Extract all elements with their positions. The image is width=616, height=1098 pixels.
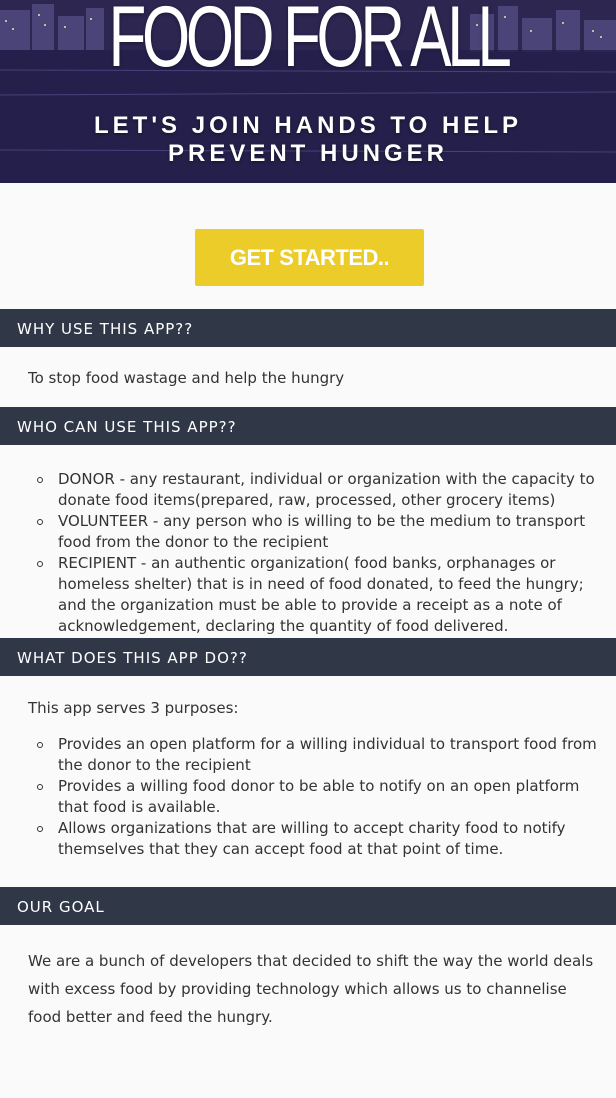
goal-section-header: OUR GOAL (0, 887, 616, 925)
list-item: DONOR - any restaurant, individual or or… (37, 469, 604, 511)
goal-section-text: We are a bunch of developers that decide… (28, 952, 594, 1026)
who-section-header: WHO CAN USE THIS APP?? (0, 407, 616, 445)
get-started-button[interactable]: GET STARTED.. (195, 229, 424, 286)
list-item: VOLUNTEER - any person who is willing to… (37, 511, 604, 553)
purposes-list: Provides an open platform for a willing … (28, 734, 604, 860)
cta-area: GET STARTED.. (0, 183, 616, 309)
hero-banner: FOOD FOR ALL LET'S JOIN HANDS TO HELP PR… (0, 0, 616, 183)
why-section-header: WHY USE THIS APP?? (0, 309, 616, 347)
what-section-body: This app serves 3 purposes: Provides an … (0, 676, 616, 887)
list-item: RECIPIENT - an authentic organization( f… (37, 553, 604, 637)
hero-title: FOOD FOR ALL (108, 0, 512, 85)
why-section-text: To stop food wastage and help the hungry (28, 369, 345, 387)
list-item: Provides an open platform for a willing … (37, 734, 604, 776)
what-intro-text: This app serves 3 purposes: (28, 699, 239, 717)
who-section-body: DONOR - any restaurant, individual or or… (0, 445, 616, 638)
list-item: Allows organizations that are willing to… (37, 818, 604, 860)
list-item: Provides a willing food donor to be able… (37, 776, 604, 818)
user-types-list: DONOR - any restaurant, individual or or… (28, 469, 604, 637)
hero-subtitle: LET'S JOIN HANDS TO HELP PREVENT HUNGER (94, 112, 522, 167)
what-section-header: WHAT DOES THIS APP DO?? (0, 638, 616, 676)
